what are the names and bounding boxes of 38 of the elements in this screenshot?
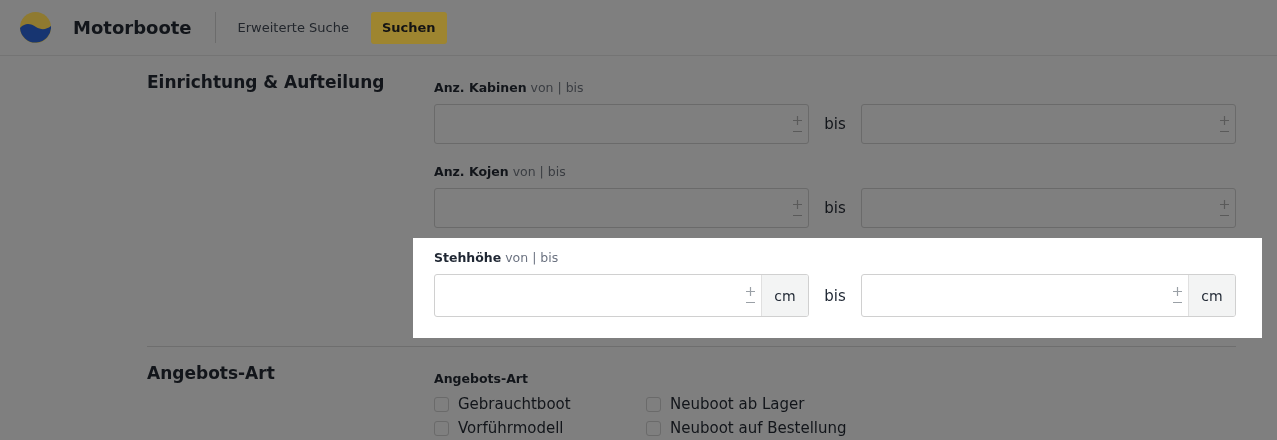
number-field[interactable] <box>434 188 809 228</box>
checkbox-label: Neuboot auf Bestellung <box>670 419 847 437</box>
logo-icon <box>20 12 51 43</box>
number-field[interactable] <box>861 188 1236 228</box>
range-separator: bis <box>823 115 847 133</box>
range-separator: bis <box>823 286 847 305</box>
increment-icon[interactable] <box>1219 115 1229 125</box>
increment-icon[interactable] <box>745 287 755 296</box>
field-label: Anz. Kabinen <box>434 80 527 95</box>
section-title: Einrichtung & Aufteilung <box>147 72 386 94</box>
advanced-search-link[interactable]: Erweiterte Suche <box>237 20 349 35</box>
decrement-icon[interactable] <box>792 213 802 217</box>
number-field[interactable] <box>434 104 809 144</box>
range-separator: bis <box>823 199 847 217</box>
number-field[interactable]: cm <box>434 274 809 317</box>
field-hint: von | bis <box>530 80 584 95</box>
field-label: Angebots-Art <box>434 371 528 386</box>
increment-icon[interactable] <box>792 199 802 209</box>
field-hint: von | bis <box>505 250 559 265</box>
field-label: Anz. Kojen <box>434 164 509 179</box>
increment-icon[interactable] <box>1219 199 1229 209</box>
checkbox-label: Vorführmodell <box>458 419 564 437</box>
section-title: Angebots-Art <box>147 363 276 385</box>
site-title: Motorboote <box>73 17 192 38</box>
decrement-icon[interactable] <box>745 301 755 304</box>
number-field[interactable]: cm <box>861 274 1236 317</box>
increment-icon[interactable] <box>792 115 802 125</box>
decrement-icon[interactable] <box>1219 129 1229 133</box>
search-button[interactable]: Suchen <box>370 11 447 44</box>
decrement-icon[interactable] <box>792 129 802 133</box>
decrement-icon[interactable] <box>1172 301 1182 304</box>
increment-icon[interactable] <box>1172 287 1182 296</box>
number-field[interactable] <box>861 104 1236 144</box>
checkbox-label: Gebrauchtboot <box>458 395 571 413</box>
field-label: Stehhöhe <box>434 250 502 265</box>
checkbox-label: Neuboot ab Lager <box>670 395 805 413</box>
field-hint: von | bis <box>512 164 566 179</box>
decrement-icon[interactable] <box>1219 213 1229 217</box>
